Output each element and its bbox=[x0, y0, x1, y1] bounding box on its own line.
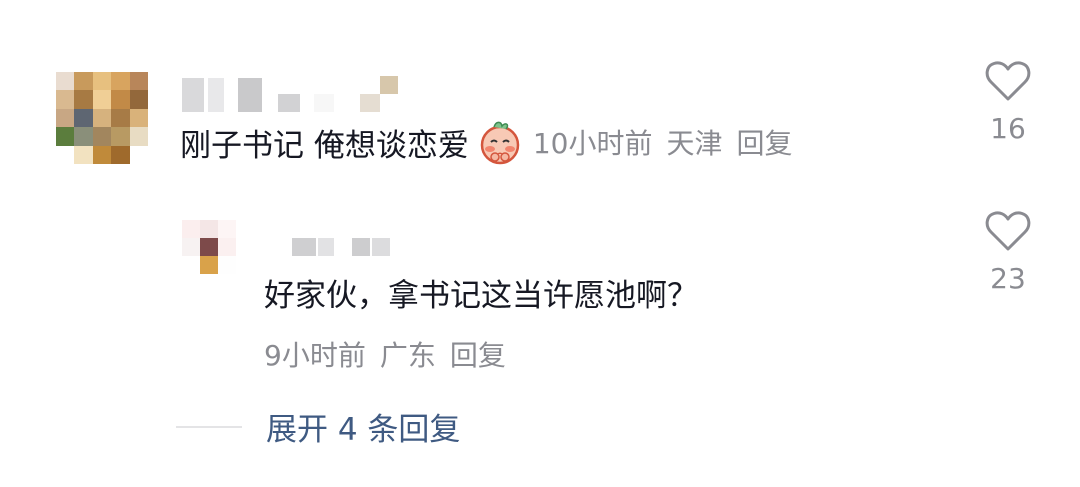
reply-like-count: 23 bbox=[990, 262, 1026, 295]
reply-username-redacted[interactable] bbox=[292, 238, 390, 258]
reply-time: 9小时前 bbox=[264, 339, 366, 372]
heart-outline-icon bbox=[985, 61, 1031, 101]
expand-replies-button[interactable]: 展开 4 条回复 bbox=[266, 404, 460, 449]
expand-replies-row: 展开 4 条回复 bbox=[176, 404, 460, 449]
like-count: 16 bbox=[990, 112, 1026, 145]
comment-text: 刚子书记 俺想谈恋爱 bbox=[180, 127, 469, 164]
reply-avatar[interactable] bbox=[182, 220, 236, 274]
reply-location: 广东 bbox=[379, 339, 436, 372]
divider-line bbox=[176, 425, 242, 428]
avatar[interactable] bbox=[56, 72, 148, 164]
reply-comment-row: 好家伙，拿书记这当许愿池啊？ bbox=[264, 270, 698, 314]
reply-meta-row: 9小时前 广东 回复 bbox=[264, 334, 506, 374]
reply-like-button[interactable]: 23 bbox=[968, 210, 1048, 295]
reply-to-reply-button[interactable]: 回复 bbox=[450, 334, 506, 374]
comment-time: 10小时前 bbox=[532, 127, 653, 160]
username-redacted[interactable] bbox=[182, 74, 398, 112]
heart-outline-icon bbox=[985, 211, 1031, 251]
comment-location: 天津 bbox=[666, 127, 723, 160]
shy-face-emoji-icon bbox=[480, 121, 520, 165]
like-button[interactable]: 16 bbox=[968, 60, 1048, 145]
reply-button[interactable]: 回复 bbox=[737, 122, 793, 162]
reply-comment-text: 好家伙，拿书记这当许愿池啊？ bbox=[264, 277, 698, 314]
comment-row: 刚子书记 俺想谈恋爱 10小时前 天津 回复 bbox=[180, 118, 793, 166]
